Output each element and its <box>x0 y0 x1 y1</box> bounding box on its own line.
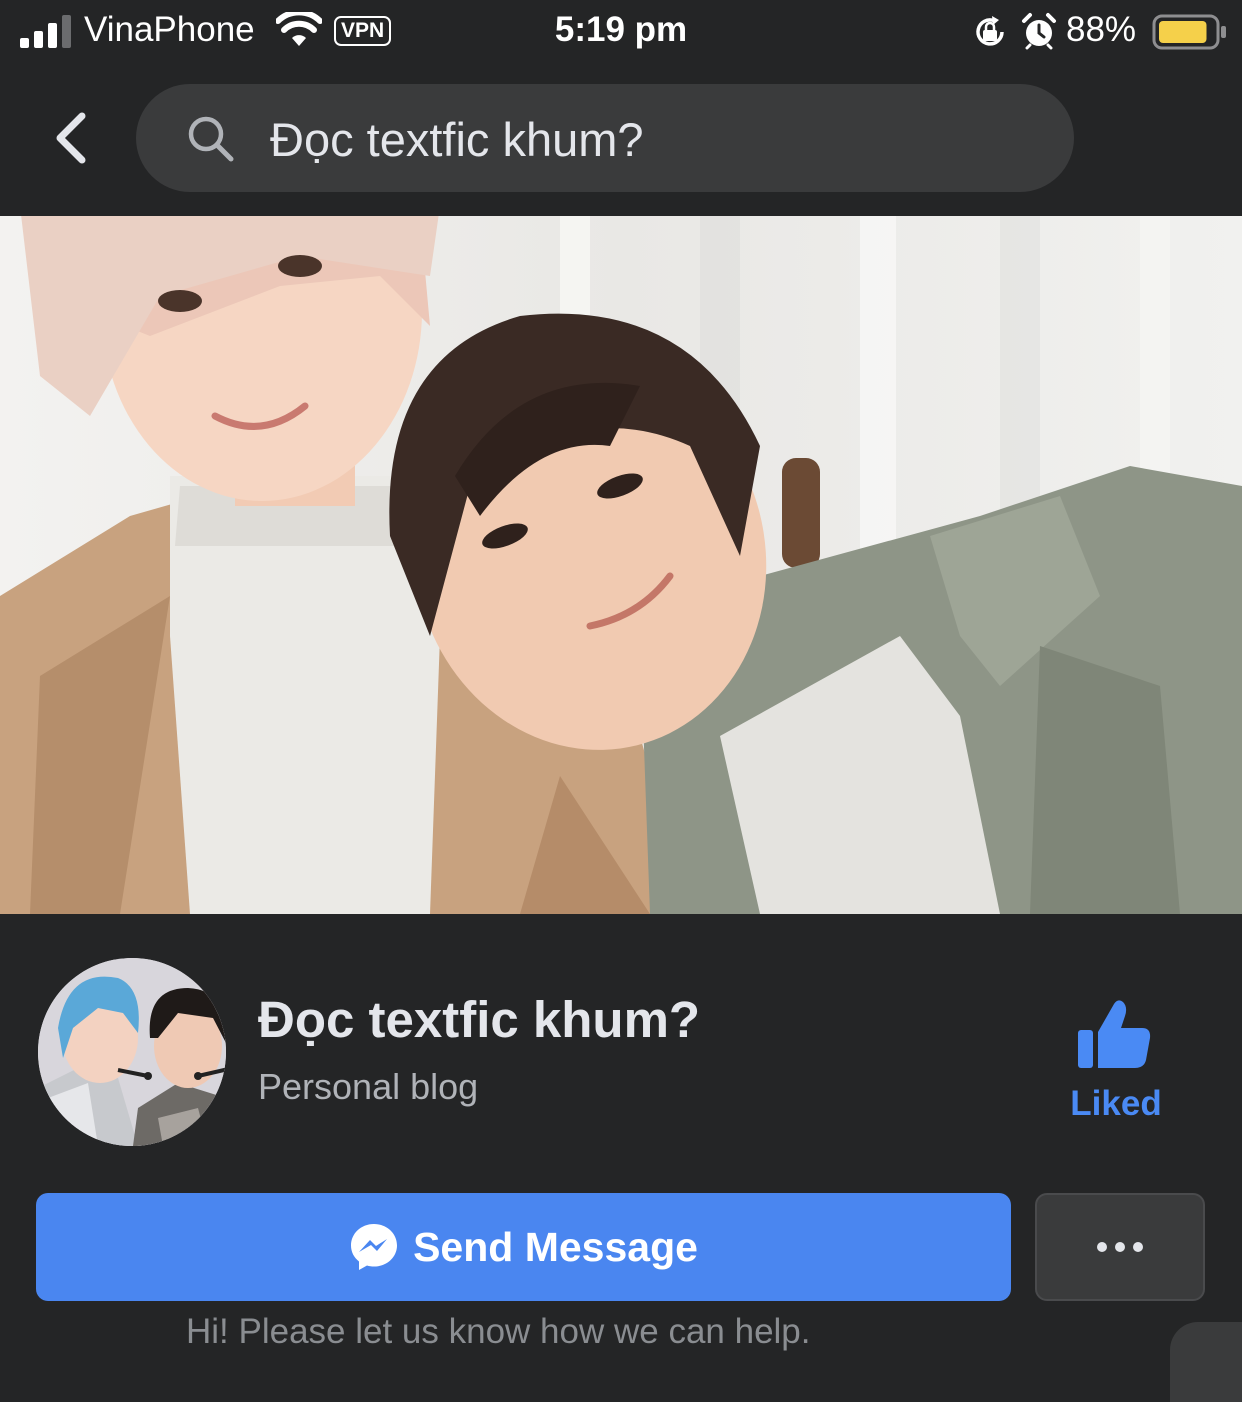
page-category: Personal blog <box>258 1066 479 1107</box>
search-icon <box>188 116 234 162</box>
send-message-label: Send Message <box>413 1223 698 1270</box>
battery-percent: 88% <box>1066 10 1137 49</box>
page-name: Đọc textfic khum? <box>258 991 701 1048</box>
more-dots-icon <box>1097 1242 1107 1252</box>
search-input[interactable]: Đọc textfic khum? <box>270 112 644 167</box>
status-bar: VinaPhone VPN 5:19 pm 88% <box>0 0 1242 66</box>
thumbs-up-icon <box>1078 1000 1151 1068</box>
send-message-button[interactable]: Send Message <box>36 1193 1011 1301</box>
cover-photo[interactable] <box>0 216 1242 914</box>
search-bar[interactable]: Đọc textfic khum? <box>136 84 1074 192</box>
back-button[interactable] <box>40 100 100 176</box>
alarm-icon <box>1022 13 1056 50</box>
liked-label: Liked <box>1070 1084 1162 1123</box>
page-avatar[interactable] <box>38 958 226 1146</box>
messenger-icon <box>351 1224 398 1270</box>
more-button[interactable] <box>1035 1193 1205 1301</box>
chevron-left-icon <box>56 112 86 164</box>
battery-icon <box>1152 14 1226 50</box>
greeting-text: Hi! Please let us know how we can help. <box>186 1312 811 1351</box>
liked-button[interactable]: Liked <box>1058 994 1174 1138</box>
rotation-lock-icon <box>976 16 1004 46</box>
chat-head-tab[interactable] <box>1170 1322 1242 1402</box>
